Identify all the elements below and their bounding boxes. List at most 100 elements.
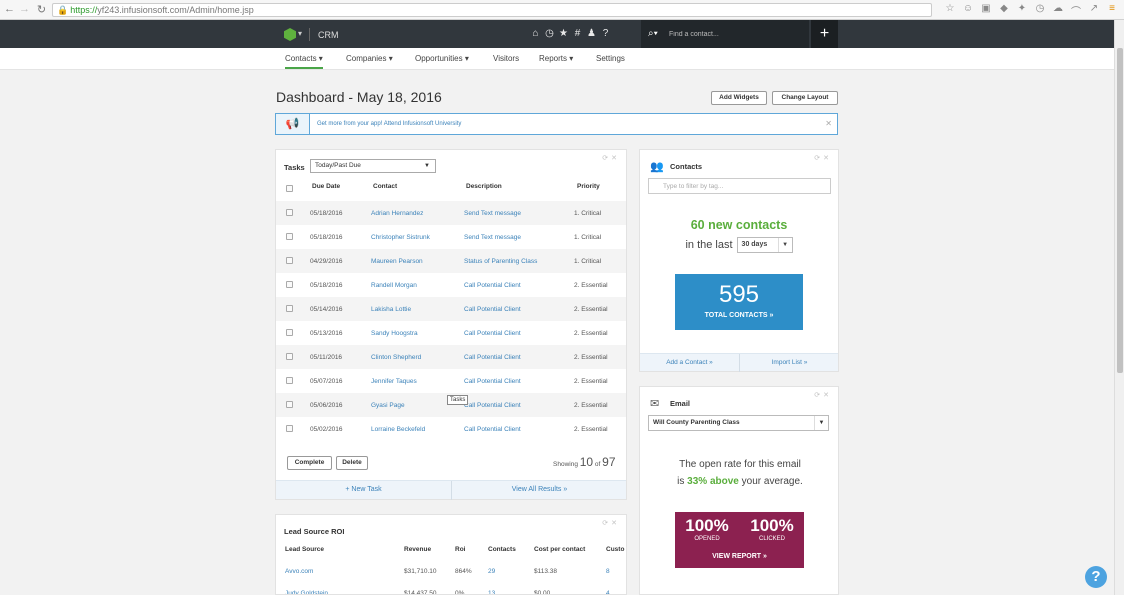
back-icon[interactable]: ← [3, 3, 16, 15]
row-checkbox[interactable] [286, 401, 293, 408]
add-widgets-button[interactable]: Add Widgets [711, 91, 767, 105]
lead-source-link[interactable]: Judy Goldstein [285, 590, 328, 594]
widget-controls[interactable]: ⟳✕ [814, 391, 832, 399]
scroll-thumb[interactable] [1117, 48, 1123, 373]
task-contact-link[interactable]: Jennifer Taques [371, 378, 417, 385]
lead-customers-link[interactable]: 8 [606, 568, 610, 575]
column-header-due-date[interactable]: Due Date [312, 183, 340, 190]
task-description-link[interactable]: Call Potential Client [464, 354, 521, 361]
row-checkbox[interactable] [286, 209, 293, 216]
table-row[interactable]: 05/18/2016 Adrian Hernandez Send Text mess… [276, 201, 626, 225]
reload-icon[interactable]: ↻ [35, 3, 48, 16]
column-header-priority[interactable]: Priority [577, 183, 600, 190]
nav-contacts[interactable]: Contacts ▾ [285, 54, 323, 69]
row-checkbox[interactable] [286, 425, 293, 432]
new-task-link[interactable]: + New Task [276, 481, 451, 500]
help-icon[interactable]: ? [1085, 566, 1107, 588]
nav-visitors[interactable]: Visitors [493, 54, 519, 63]
clock-icon[interactable]: ◷ [1034, 3, 1046, 18]
lead-customers-link[interactable]: 4 [606, 590, 610, 594]
tag-filter-input[interactable] [648, 178, 831, 194]
history-icon[interactable]: ◷ [545, 28, 554, 39]
column-header-contacts[interactable]: Contacts [488, 546, 516, 553]
banner-link[interactable]: Get more from your app! Attend Infusions… [317, 121, 461, 127]
column-header-cost-per-contact[interactable]: Cost per contact [534, 546, 585, 553]
search-input[interactable] [669, 27, 803, 41]
hashtag-icon[interactable]: # [573, 28, 582, 39]
row-checkbox[interactable] [286, 305, 293, 312]
chart-icon[interactable]: ↗ [1088, 3, 1100, 18]
task-description-link[interactable]: Send Text message [464, 234, 521, 241]
row-checkbox[interactable] [286, 353, 293, 360]
table-row[interactable]: 05/13/2016 Sandy Hoogstra Call Potential C… [276, 321, 626, 345]
task-description-link[interactable]: Call Potential Client [464, 282, 521, 289]
task-description-link[interactable]: Call Potential Client [464, 378, 521, 385]
puzzle-icon[interactable]: ✦ [1016, 3, 1028, 18]
add-button[interactable]: + [811, 20, 838, 48]
address-bar[interactable]: 🔒 https://yf243.infusionsoft.com/Admin/ho… [52, 3, 932, 17]
period-select[interactable]: 30 days ▼ [736, 237, 793, 253]
table-row[interactable]: 05/18/2016 Christopher Sistrunk Send Text … [276, 225, 626, 249]
table-row[interactable]: 04/29/2016 Maureen Pearson Status of Paren… [276, 249, 626, 273]
table-row[interactable]: 05/18/2016 Randell Morgan Call Potential C… [276, 273, 626, 297]
lead-contacts-link[interactable]: 29 [488, 568, 495, 575]
lead-source-link[interactable]: Avvo.com [285, 568, 313, 575]
nav-companies[interactable]: Companies ▾ [346, 54, 393, 63]
view-report-button[interactable]: 100% OPENED 100% CLICKED VIEW REPORT » [675, 512, 804, 568]
column-header-lead-source[interactable]: Lead Source [285, 546, 324, 553]
nav-settings[interactable]: Settings [596, 54, 625, 63]
total-contacts-button[interactable]: 595 TOTAL CONTACTS » [675, 274, 803, 330]
nav-reports[interactable]: Reports ▾ [539, 54, 573, 63]
row-checkbox[interactable] [286, 377, 293, 384]
chevron-down-icon[interactable]: ▾ [298, 29, 302, 38]
view-all-results-link[interactable]: View All Results » [452, 481, 627, 500]
star-icon[interactable]: ☆ [944, 3, 956, 18]
shield-icon[interactable]: ◆ [998, 3, 1010, 18]
change-layout-button[interactable]: Change Layout [772, 91, 838, 105]
table-row[interactable]: 05/02/2016 Lorraine Beckefeld Call Potenti… [276, 417, 626, 441]
pdf-icon[interactable]: ▣ [980, 3, 992, 18]
task-contact-link[interactable]: Sandy Hoogstra [371, 330, 418, 337]
task-description-link[interactable]: Call Potential Client [464, 426, 521, 433]
row-checkbox[interactable] [286, 257, 293, 264]
task-contact-link[interactable]: Adrian Hernandez [371, 210, 423, 217]
task-description-link[interactable]: Call Potential Client [464, 402, 521, 409]
complete-button[interactable]: Complete [287, 456, 332, 470]
table-row[interactable]: 05/11/2016 Clinton Shepherd Call Potential… [276, 345, 626, 369]
task-contact-link[interactable]: Gyasi Page [371, 402, 405, 409]
widget-controls[interactable]: ⟳✕ [814, 154, 832, 162]
column-header-customers[interactable]: Custo [606, 546, 624, 553]
widget-controls[interactable]: ⟳✕ [602, 519, 620, 527]
forward-icon[interactable]: → [18, 3, 31, 15]
task-contact-link[interactable]: Randell Morgan [371, 282, 417, 289]
task-contact-link[interactable]: Lakisha Lottie [371, 306, 411, 313]
row-checkbox[interactable] [286, 329, 293, 336]
user-icon[interactable]: ♟ [587, 28, 596, 39]
smiley-icon[interactable]: ☺ [962, 3, 974, 18]
crm-label[interactable]: CRM [318, 30, 339, 40]
task-description-link[interactable]: Call Potential Client [464, 330, 521, 337]
import-list-link[interactable]: Import List » [740, 354, 839, 371]
star-icon[interactable]: ★ [559, 28, 568, 39]
lead-contacts-link[interactable]: 13 [488, 590, 495, 594]
home-icon[interactable]: ⌂ [531, 28, 540, 39]
menu-icon[interactable]: ≡ [1106, 3, 1118, 18]
nav-opportunities[interactable]: Opportunities ▾ [415, 54, 469, 63]
task-contact-link[interactable]: Clinton Shepherd [371, 354, 421, 361]
delete-button[interactable]: Delete [336, 456, 368, 470]
widget-controls[interactable]: ⟳✕ [602, 154, 620, 162]
infusionsoft-logo-icon[interactable] [284, 28, 296, 41]
column-header-revenue[interactable]: Revenue [404, 546, 431, 553]
task-contact-link[interactable]: Lorraine Beckefeld [371, 426, 425, 433]
task-contact-link[interactable]: Christopher Sistrunk [371, 234, 430, 241]
task-contact-link[interactable]: Maureen Pearson [371, 258, 423, 265]
help-icon[interactable]: ? [601, 28, 610, 39]
row-checkbox[interactable] [286, 233, 293, 240]
tasks-filter-select[interactable]: Today/Past Due ▼ [310, 159, 436, 173]
signal-icon[interactable]: ⌒ [1070, 3, 1082, 18]
close-icon[interactable]: ✕ [825, 119, 832, 128]
cloud-icon[interactable]: ☁ [1052, 3, 1064, 18]
column-header-roi[interactable]: Roi [455, 546, 465, 553]
table-row[interactable]: 05/07/2016 Jennifer Taques Call Potential … [276, 369, 626, 393]
task-description-link[interactable]: Status of Parenting Class [464, 258, 537, 265]
